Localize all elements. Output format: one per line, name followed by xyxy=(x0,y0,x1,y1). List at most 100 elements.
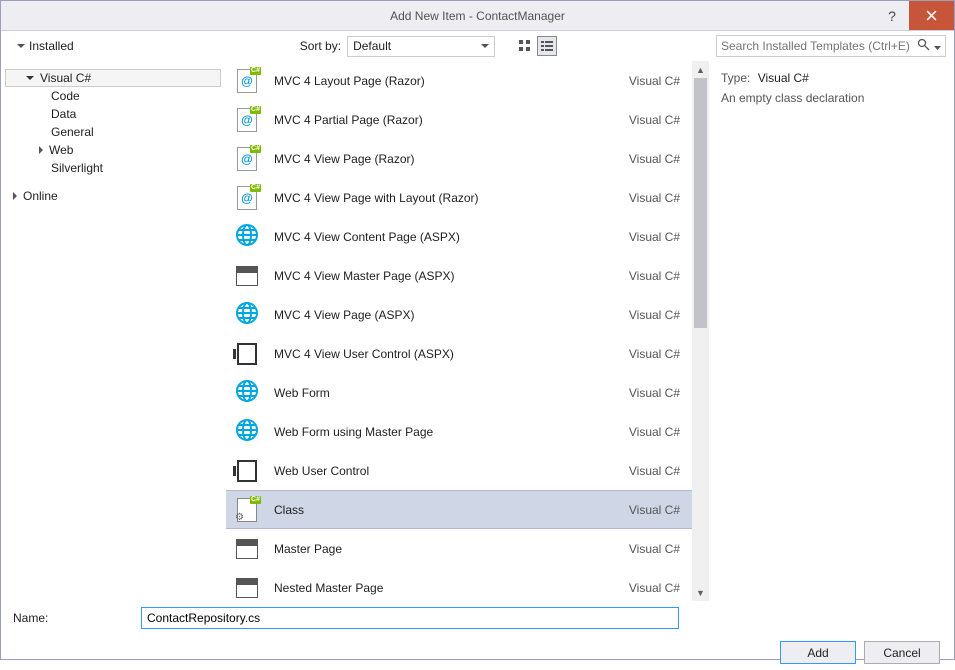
type-label: Type: xyxy=(721,71,750,85)
tree-label: Visual C# xyxy=(40,71,91,85)
chevron-right-icon xyxy=(13,192,17,200)
template-row[interactable]: @C# MVC 4 View Page (Razor)Visual C# xyxy=(226,139,692,178)
template-icon: @C# xyxy=(234,146,260,172)
tree-item-general[interactable]: General xyxy=(5,123,221,141)
template-language: Visual C# xyxy=(629,542,680,556)
template-language: Visual C# xyxy=(629,347,680,361)
sort-dropdown[interactable]: Default xyxy=(347,36,495,57)
template-name: Web Form xyxy=(274,386,629,400)
template-language: Visual C# xyxy=(629,581,680,595)
template-row[interactable]: Web User ControlVisual C# xyxy=(226,451,692,490)
template-row[interactable]: Nested Master PageVisual C# xyxy=(226,568,692,601)
search-dropdown-icon[interactable] xyxy=(934,39,941,53)
view-details-button[interactable] xyxy=(537,36,557,56)
search-icon[interactable] xyxy=(917,38,930,54)
close-button[interactable] xyxy=(909,1,954,30)
template-icon: @C# xyxy=(234,185,260,211)
template-name: Web User Control xyxy=(274,464,629,478)
type-description: An empty class declaration xyxy=(721,91,942,105)
template-name: MVC 4 Layout Page (Razor) xyxy=(274,74,629,88)
chevron-down-icon xyxy=(17,44,25,48)
tree-item-silverlight[interactable]: Silverlight xyxy=(5,159,221,177)
template-language: Visual C# xyxy=(629,386,680,400)
template-icon xyxy=(234,302,260,328)
template-row[interactable]: @C# MVC 4 Partial Page (Razor)Visual C# xyxy=(226,100,692,139)
tree-item-data[interactable]: Data xyxy=(5,105,221,123)
template-row[interactable]: Web Form using Master PageVisual C# xyxy=(226,412,692,451)
template-row[interactable]: MVC 4 View Page (ASPX)Visual C# xyxy=(226,295,692,334)
template-row[interactable]: MVC 4 View User Control (ASPX)Visual C# xyxy=(226,334,692,373)
template-row[interactable]: Web FormVisual C# xyxy=(226,373,692,412)
help-button[interactable]: ? xyxy=(875,1,909,30)
template-row[interactable]: ⚙C#ClassVisual C# xyxy=(226,490,692,529)
template-name: MVC 4 View Page (Razor) xyxy=(274,152,629,166)
sort-value: Default xyxy=(353,39,391,53)
scroll-up-icon[interactable]: ▲ xyxy=(692,61,709,78)
template-name: MVC 4 View Master Page (ASPX) xyxy=(274,269,629,283)
template-icon: @C# xyxy=(234,107,260,133)
tree-item-visual-csharp[interactable]: Visual C# xyxy=(5,69,221,87)
search-input[interactable] xyxy=(721,39,913,53)
window-title: Add New Item - ContactManager xyxy=(390,9,565,23)
tree-item-online[interactable]: Online xyxy=(5,187,221,205)
template-name: MVC 4 View User Control (ASPX) xyxy=(274,347,629,361)
cancel-button[interactable]: Cancel xyxy=(864,641,940,664)
template-name: MVC 4 Partial Page (Razor) xyxy=(274,113,629,127)
template-name: Nested Master Page xyxy=(274,581,629,595)
template-icon xyxy=(234,224,260,250)
search-box[interactable] xyxy=(716,35,946,57)
details-pane: Type: Visual C# An empty class declarati… xyxy=(709,61,954,601)
chevron-right-icon xyxy=(39,146,43,154)
list-icon xyxy=(540,39,554,53)
template-icon xyxy=(234,575,260,601)
name-label: Name: xyxy=(13,611,131,625)
type-value: Visual C# xyxy=(758,71,809,85)
template-row[interactable]: @C#MVC 4 Layout Page (Razor)Visual C# xyxy=(226,61,692,100)
template-language: Visual C# xyxy=(629,191,680,205)
toolbar: Installed Sort by: Default xyxy=(1,31,954,61)
template-icon xyxy=(234,263,260,289)
tree-item-code[interactable]: Code xyxy=(5,87,221,105)
sort-label: Sort by: xyxy=(300,39,341,53)
template-language: Visual C# xyxy=(629,230,680,244)
template-language: Visual C# xyxy=(629,269,680,283)
grid-small-icon xyxy=(518,39,532,53)
template-language: Visual C# xyxy=(629,113,680,127)
template-name: MVC 4 View Page (ASPX) xyxy=(274,308,629,322)
template-icon: @C# xyxy=(234,68,260,94)
installed-label: Installed xyxy=(29,39,74,53)
template-row[interactable]: MVC 4 View Master Page (ASPX)Visual C# xyxy=(226,256,692,295)
template-row[interactable]: @C# MVC 4 View Page with Layout (Razor)Vi… xyxy=(226,178,692,217)
template-name: Class xyxy=(274,503,629,517)
template-list[interactable]: @C#MVC 4 Layout Page (Razor)Visual C#@C#… xyxy=(226,61,692,601)
template-icon xyxy=(234,380,260,406)
template-icon xyxy=(234,458,260,484)
installed-header[interactable]: Installed xyxy=(17,39,74,53)
template-language: Visual C# xyxy=(629,425,680,439)
template-icon: ⚙C# xyxy=(234,497,260,523)
template-row[interactable]: MVC 4 View Content Page (ASPX)Visual C# xyxy=(226,217,692,256)
scrollbar-thumb[interactable] xyxy=(694,78,707,328)
template-name: MVC 4 View Page with Layout (Razor) xyxy=(274,191,629,205)
chevron-down-icon xyxy=(26,76,34,80)
template-name: Web Form using Master Page xyxy=(274,425,629,439)
template-row[interactable]: Master PageVisual C# xyxy=(226,529,692,568)
chevron-down-icon xyxy=(481,44,489,48)
template-name: MVC 4 View Content Page (ASPX) xyxy=(274,230,629,244)
name-input[interactable] xyxy=(141,607,679,629)
view-small-icons-button[interactable] xyxy=(515,36,535,56)
template-language: Visual C# xyxy=(629,308,680,322)
close-icon xyxy=(926,10,937,21)
template-language: Visual C# xyxy=(629,152,680,166)
template-language: Visual C# xyxy=(629,464,680,478)
add-button[interactable]: Add xyxy=(780,641,856,664)
scroll-down-icon[interactable]: ▼ xyxy=(692,584,709,601)
template-icon xyxy=(234,536,260,562)
category-tree: Visual C# Code Data General Web Silverli… xyxy=(1,61,226,601)
scrollbar[interactable]: ▲ ▼ xyxy=(692,61,709,601)
template-name: Master Page xyxy=(274,542,629,556)
template-icon xyxy=(234,419,260,445)
tree-item-web[interactable]: Web xyxy=(5,141,221,159)
template-icon xyxy=(234,341,260,367)
title-bar: Add New Item - ContactManager ? xyxy=(1,1,954,31)
